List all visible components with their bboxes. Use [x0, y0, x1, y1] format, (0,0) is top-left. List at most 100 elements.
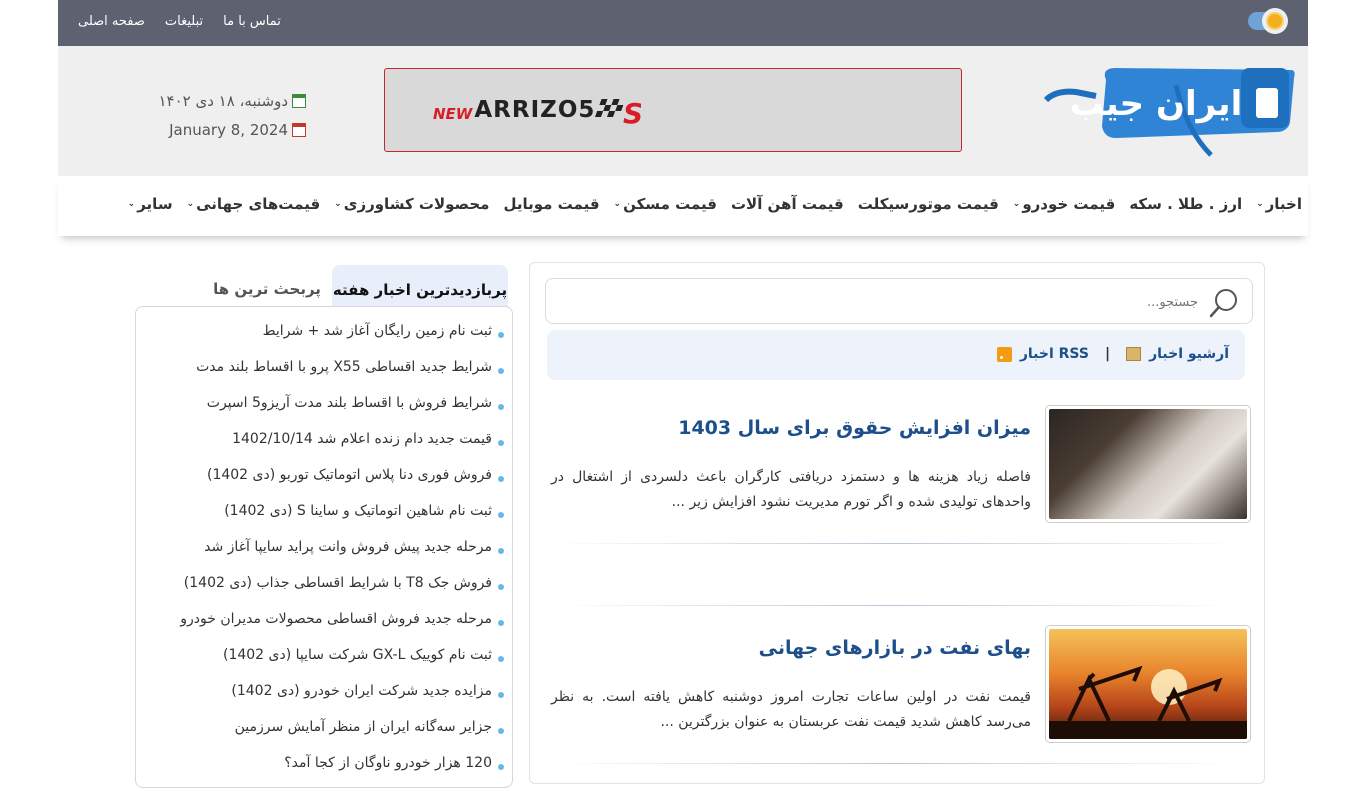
top-link-ads[interactable]: تبلیغات — [165, 14, 203, 29]
bullet-icon — [498, 584, 504, 590]
gregorian-date: January 8, 2024 — [169, 120, 288, 139]
list-item[interactable]: فروش فوری دنا پلاس اتوماتیک توربو (دی 14… — [144, 467, 504, 503]
calendar-icon — [292, 93, 306, 108]
bullet-icon — [498, 440, 504, 446]
list-item-title: ثبت نام زمین رایگان آغاز شد + شرایط — [262, 323, 492, 339]
top-bar: صفحه اصلی تبلیغات تماس با ما — [58, 0, 1308, 46]
divider — [550, 543, 1240, 544]
list-item-title: مرحله جدید فروش اقساطی محصولات مدیران خو… — [180, 611, 492, 627]
list-item-title: فروش فوری دنا پلاس اتوماتیک توربو (دی 14… — [206, 467, 492, 483]
nav-item[interactable]: قیمت خودرو ⌄ — [1013, 195, 1116, 213]
nav-item-label: محصولات کشاورزی — [343, 195, 490, 213]
bullet-icon — [498, 548, 504, 554]
search-box — [545, 278, 1253, 324]
logo-graphic: ایران جیب — [1043, 68, 1295, 157]
chevron-down-icon: ⌄ — [1256, 199, 1264, 209]
svg-text:S: S — [623, 97, 641, 129]
nav-item-label: قیمت خودرو — [1022, 195, 1116, 213]
bullet-icon — [498, 476, 504, 482]
list-item[interactable]: ثبت نام زمین رایگان آغاز شد + شرایط — [144, 323, 504, 359]
list-item[interactable]: جزایر سه‌گانه ایران از منظر آمایش سرزمین — [144, 719, 504, 755]
bullet-icon — [498, 656, 504, 662]
bullet-icon — [498, 728, 504, 734]
list-item[interactable]: ثبت نام شاهین اتوماتیک و ساینا S (دی 140… — [144, 503, 504, 539]
nav-item[interactable]: قیمت آهن آلات — [731, 195, 844, 213]
list-item-title: فروش جک T8 با شرایط اقساطی جذاب (دی 1402… — [183, 575, 492, 591]
article-summary: فاصله زیاد هزینه ها و دستمزد دریافتی کار… — [551, 469, 1031, 510]
list-item[interactable]: شرایط جدید اقساطی X55 پرو با اقساط بلند … — [144, 359, 504, 395]
divider — [550, 605, 1240, 606]
chevron-down-icon: ⌄ — [334, 199, 342, 209]
list-item-title: جزایر سه‌گانه ایران از منظر آمایش سرزمین — [234, 719, 492, 735]
bullet-icon — [498, 512, 504, 518]
top-links: صفحه اصلی تبلیغات تماس با ما — [78, 14, 281, 29]
separator: | — [1104, 346, 1111, 362]
divider — [550, 763, 1240, 764]
list-item-title: ثبت نام شاهین اتوماتیک و ساینا S (دی 140… — [224, 503, 492, 519]
nav-item-label: قیمت آهن آلات — [730, 195, 844, 213]
article-thumbnail[interactable] — [1045, 625, 1251, 743]
nav-item[interactable]: قیمت موتورسیکلت — [858, 195, 999, 213]
date-block: دوشنبه، ۱۸ دی ۱۴۰۲ January 8, 2024 — [158, 86, 306, 144]
nav-item[interactable]: سایر ⌄ — [128, 195, 173, 213]
checkered-flag-icon: S — [593, 95, 644, 130]
nav-item-label: اخبار — [1265, 195, 1302, 213]
list-item[interactable]: 120 هزار خودرو ناوگان از کجا آمد؟ — [144, 755, 504, 791]
nav-item[interactable]: قیمت مسکن ⌄ — [614, 195, 717, 213]
list-item-title: شرایط فروش با اقساط بلند مدت آریزو5 اسپر… — [206, 395, 492, 411]
article-title[interactable]: میزان افزایش حقوق برای سال 1403 — [551, 417, 1031, 439]
news-panel: RSS اخبار | آرشیو اخبار میزان افزایش حقو… — [529, 262, 1265, 784]
article-summary: قیمت نفت در اولین ساعات تجارت امروز دوشن… — [551, 689, 1031, 730]
calendar-icon — [292, 122, 306, 137]
chevron-down-icon: ⌄ — [186, 199, 195, 209]
chevron-down-icon: ⌄ — [1012, 199, 1021, 209]
list-item[interactable]: ثبت نام کوییک GX-L شرکت سایپا (دی 1402) — [144, 647, 504, 683]
money-photo — [1049, 409, 1247, 519]
nav-item[interactable]: اخبار ⌄ — [1256, 195, 1302, 213]
theme-toggle[interactable] — [1248, 8, 1288, 34]
rss-bar: RSS اخبار | آرشیو اخبار — [547, 330, 1245, 380]
list-item[interactable]: مزایده جدید شرکت ایران خودرو (دی 1402) — [144, 683, 504, 719]
bullet-icon — [498, 368, 504, 374]
list-item[interactable]: مرحله جدید فروش اقساطی محصولات مدیران خو… — [144, 611, 504, 647]
article-thumbnail[interactable] — [1045, 405, 1251, 523]
persian-date: دوشنبه، ۱۸ دی ۱۴۰۲ — [158, 91, 288, 110]
list-item[interactable]: فروش جک T8 با شرایط اقساطی جذاب (دی 1402… — [144, 575, 504, 611]
bullet-icon — [498, 404, 504, 410]
bullet-icon — [498, 692, 504, 698]
archive-link[interactable]: آرشیو اخبار — [1149, 346, 1229, 362]
oil-pump-photo — [1049, 629, 1247, 739]
nav-item-label: سایر — [137, 195, 173, 213]
nav-item-label: قیمت‌های جهانی — [196, 195, 321, 213]
popular-news-list: ثبت نام زمین رایگان آغاز شد + شرایط شرایط… — [135, 306, 513, 788]
top-link-contact[interactable]: تماس با ما — [223, 14, 281, 29]
rss-link[interactable]: RSS اخبار — [1020, 346, 1089, 362]
search-icon[interactable] — [1208, 287, 1240, 319]
list-item[interactable]: شرایط فروش با اقساط بلند مدت آریزو5 اسپر… — [144, 395, 504, 431]
article-card: بهای نفت در بازارهای جهانی قیمت نفت در ا… — [547, 625, 1251, 745]
main-nav: اخبار ⌄ ارز . طلا . سکه قیمت خودرو ⌄ قیمت موت… — [58, 176, 1308, 236]
list-item[interactable]: مرحله جدید پیش فروش وانت پراید سایپا آغا… — [144, 539, 504, 575]
list-item-title: قیمت جدید دام زنده اعلام شد 1402/10/14 — [232, 431, 492, 447]
chevron-down-icon: ⌄ — [613, 199, 622, 209]
top-link-home[interactable]: صفحه اصلی — [78, 14, 145, 29]
article-card: میزان افزایش حقوق برای سال 1403 فاصله زی… — [547, 405, 1251, 525]
nav-item[interactable]: قیمت موبایل — [503, 195, 599, 213]
search-input[interactable] — [556, 287, 1200, 317]
list-item-title: شرایط جدید اقساطی X55 پرو با اقساط بلند … — [196, 359, 492, 375]
chevron-down-icon: ⌄ — [127, 199, 136, 209]
nav-item[interactable]: قیمت‌های جهانی ⌄ — [187, 195, 321, 213]
archive-icon — [1126, 347, 1142, 361]
rss-icon — [996, 346, 1012, 362]
list-item-title: ثبت نام کوییک GX-L شرکت سایپا (دی 1402) — [222, 647, 492, 663]
list-item-title: 120 هزار خودرو ناوگان از کجا آمد؟ — [284, 755, 492, 771]
ad-banner[interactable]: NEW ARRIZO5 S — [384, 68, 962, 152]
nav-item[interactable]: محصولات کشاورزی ⌄ — [334, 195, 489, 213]
site-logo[interactable]: ایران جیب — [1036, 60, 1296, 162]
list-item-title: مزایده جدید شرکت ایران خودرو (دی 1402) — [231, 683, 492, 699]
nav-item[interactable]: ارز . طلا . سکه — [1129, 195, 1242, 213]
list-item-title: مرحله جدید پیش فروش وانت پراید سایپا آغا… — [204, 539, 492, 555]
site-header: ایران جیب NEW ARRIZO5 S دوشنبه، ۱۸ دی ۱۴… — [58, 46, 1308, 177]
list-item[interactable]: قیمت جدید دام زنده اعلام شد 1402/10/14 — [144, 431, 504, 467]
article-title[interactable]: بهای نفت در بازارهای جهانی — [551, 637, 1031, 659]
